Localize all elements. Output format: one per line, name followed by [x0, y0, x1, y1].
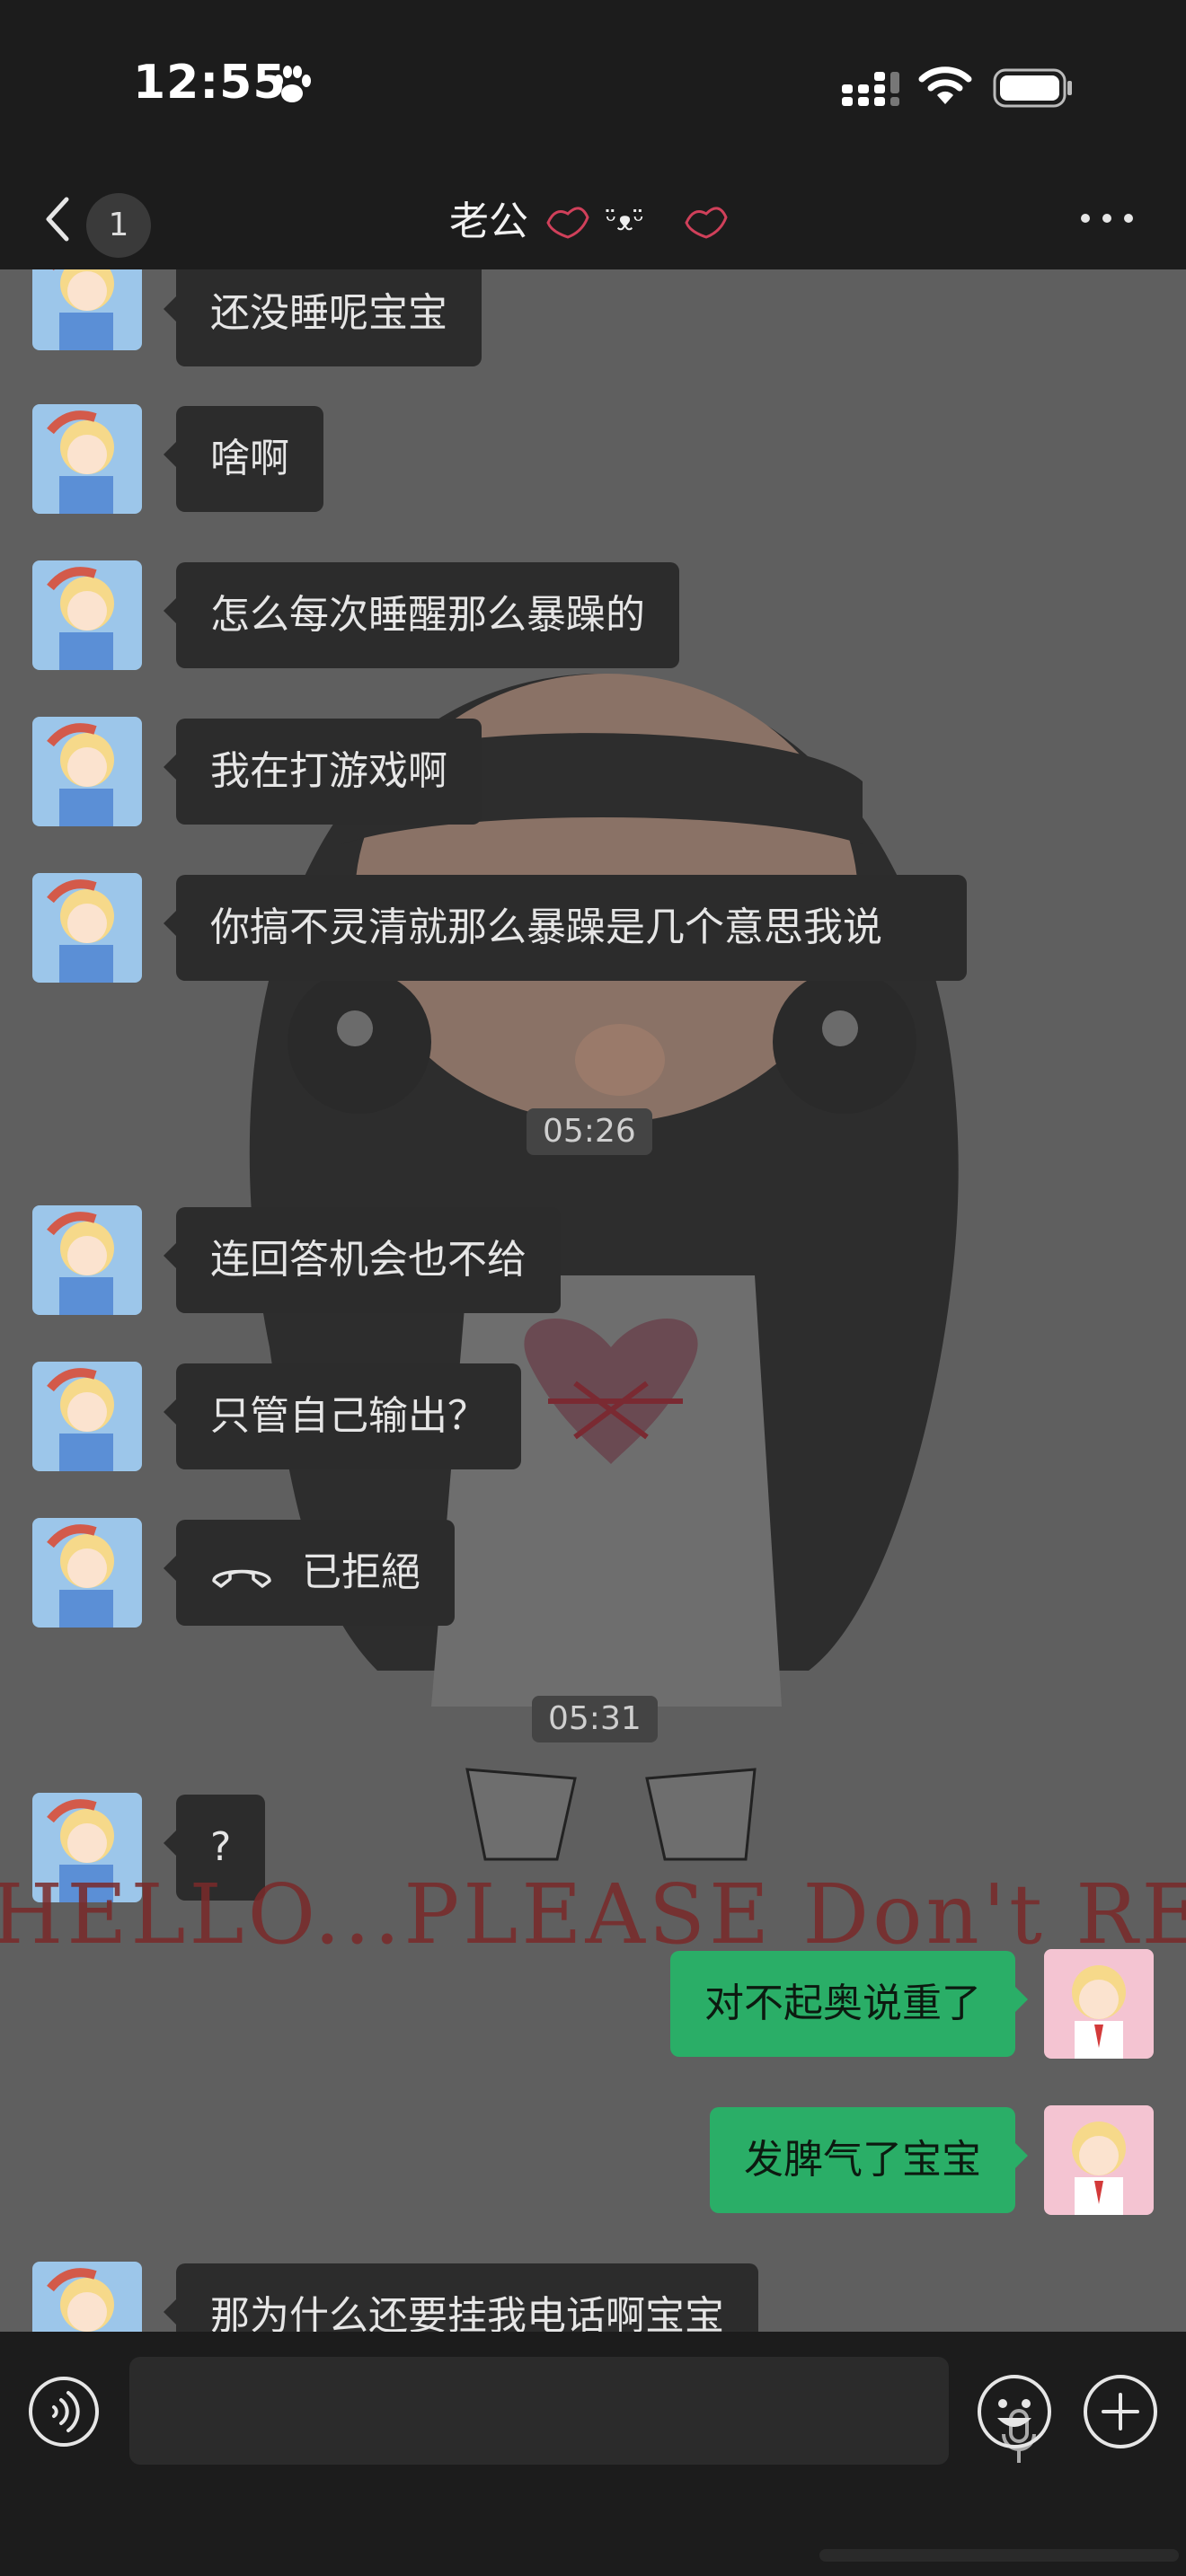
message-bubble-incoming[interactable]: 怎么每次睡醒那么暴躁的: [164, 562, 679, 668]
battery-icon: [993, 68, 1072, 108]
message-bubble-incoming[interactable]: 啥啊: [164, 406, 323, 512]
avatar[interactable]: [32, 2262, 142, 2332]
svg-text:ᵕ̈ᴥᵕ̈: ᵕ̈ᴥᵕ̈: [606, 206, 644, 237]
plus-icon[interactable]: [1082, 2373, 1159, 2450]
unread-count-badge[interactable]: 1: [86, 193, 151, 258]
status-bar: 12:55: [0, 0, 1186, 171]
phone-hangup-icon: [212, 1569, 271, 1588]
message-bubble-incoming[interactable]: 只管自己输出？: [164, 1363, 521, 1469]
avatar[interactable]: [32, 1518, 142, 1628]
message-bubble-incoming[interactable]: 我在打游戏啊: [164, 719, 482, 825]
avatar[interactable]: [32, 1362, 142, 1471]
call-declined-bubble[interactable]: 已拒絕: [164, 1520, 455, 1626]
my-avatar[interactable]: [1044, 1949, 1154, 2059]
timestamp: 05:31: [532, 1696, 658, 1742]
status-time: 12:55: [133, 56, 287, 110]
chevron-left-icon[interactable]: [36, 192, 81, 246]
input-bar: [0, 2332, 1186, 2576]
cellular-signal-icon: [842, 72, 899, 106]
message-bubble-incoming[interactable]: 你搞不灵清就那么暴躁是几个意思我说: [164, 875, 967, 981]
more-dots-icon[interactable]: [1078, 208, 1136, 228]
avatar[interactable]: [32, 1205, 142, 1315]
message-bubble-incoming[interactable]: 还没睡呢宝宝: [164, 269, 482, 366]
avatar[interactable]: [32, 873, 142, 983]
avatar[interactable]: [32, 269, 142, 350]
home-indicator[interactable]: [819, 2549, 1179, 2562]
wifi-icon: [918, 66, 972, 104]
title-decoration: ᵕ̈ᴥᵕ̈: [546, 206, 728, 239]
wallpaper-caption: HELLO...PLEASE Don't REFUSE: [0, 1866, 1186, 1963]
chat-message-list[interactable]: 还没睡呢宝宝 啥啊 怎么每次睡醒那么暴躁的 我在打游戏啊 你搞不灵清就那么暴躁是…: [0, 269, 1186, 2332]
my-avatar[interactable]: [1044, 2105, 1154, 2215]
avatar[interactable]: [32, 717, 142, 826]
message-bubble-incoming[interactable]: 连回答机会也不给: [164, 1207, 561, 1313]
message-bubble-outgoing[interactable]: 对不起奥说重了: [670, 1951, 1028, 2057]
call-status-label: 已拒絕: [302, 1549, 420, 1595]
chat-title[interactable]: 老公: [449, 189, 528, 246]
timestamp: 05:26: [527, 1108, 652, 1155]
message-bubble-outgoing[interactable]: 发脾气了宝宝: [710, 2107, 1028, 2213]
message-input[interactable]: [129, 2357, 1036, 2465]
avatar[interactable]: [32, 560, 142, 670]
chat-header: 1 老公 ᵕ̈ᴥᵕ̈: [0, 171, 1186, 269]
voice-mode-icon[interactable]: [27, 2375, 101, 2448]
paw-icon: [274, 66, 311, 102]
emoji-icon[interactable]: [976, 2373, 1053, 2450]
message-bubble-incoming[interactable]: 那为什么还要挂我电话啊宝宝: [164, 2263, 758, 2332]
avatar[interactable]: [32, 404, 142, 514]
